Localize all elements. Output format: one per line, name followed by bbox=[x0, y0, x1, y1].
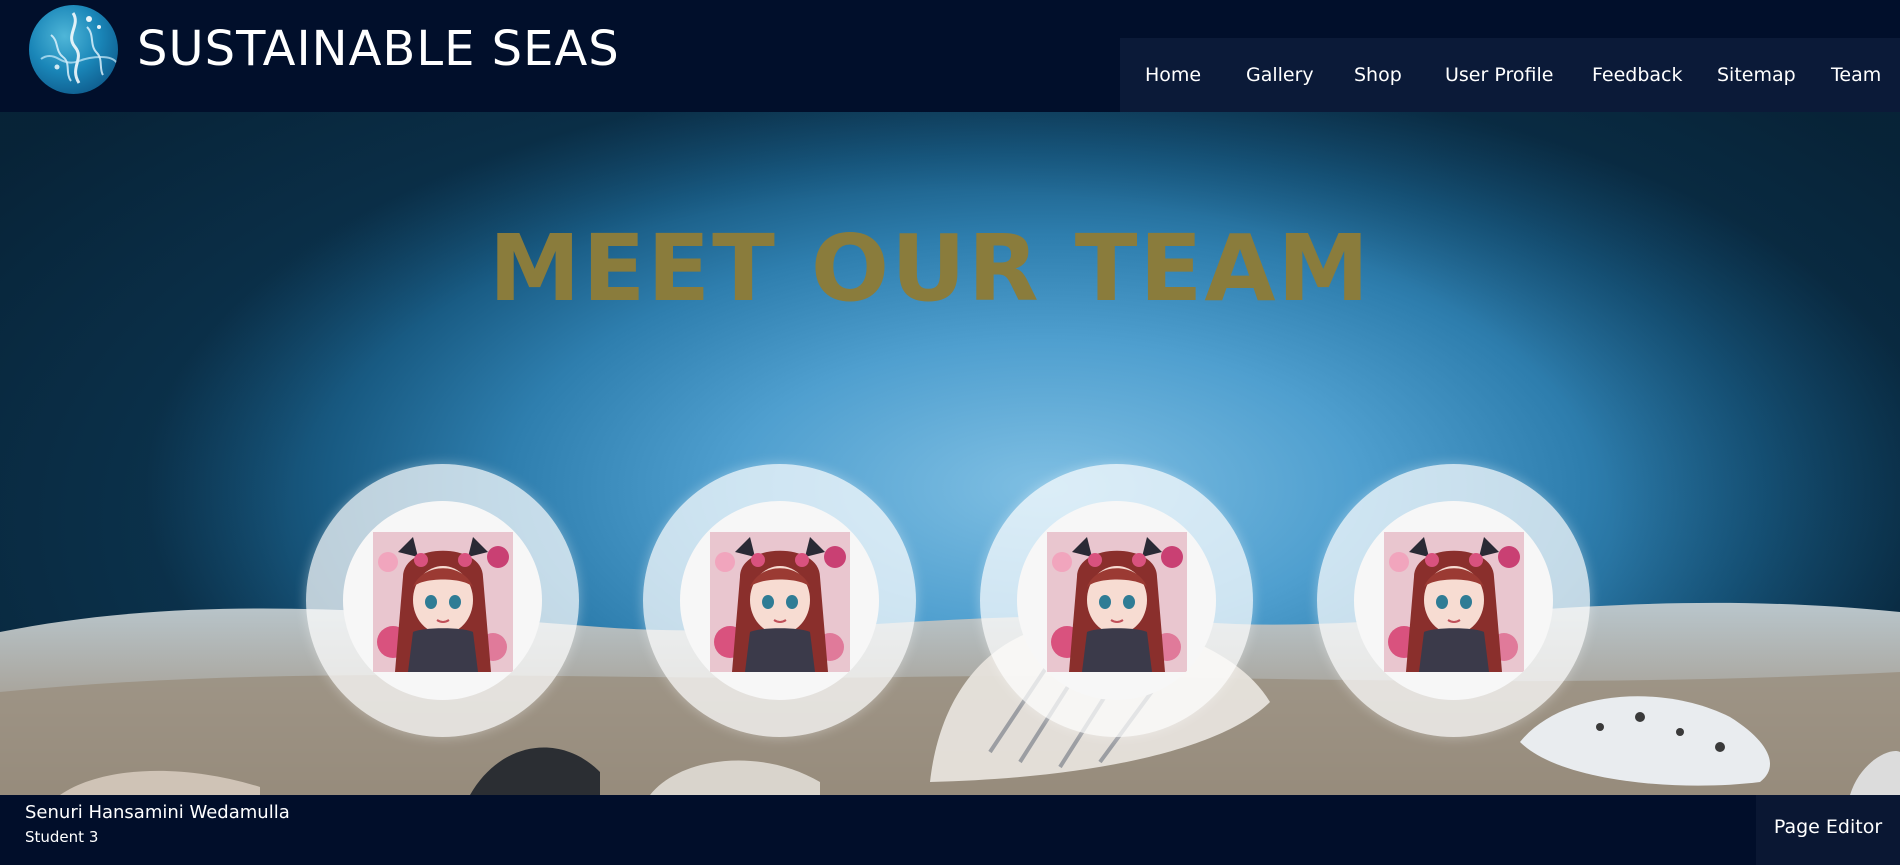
avatar-portrait-icon bbox=[1047, 532, 1187, 672]
member-photo-frame bbox=[1354, 501, 1553, 700]
seabed-background bbox=[0, 602, 1900, 795]
team-member-card-2[interactable] bbox=[643, 464, 916, 737]
author-role: Student 3 bbox=[25, 828, 99, 846]
member-photo-frame bbox=[680, 501, 879, 700]
avatar-portrait-icon bbox=[373, 532, 513, 672]
avatar-portrait-icon bbox=[710, 532, 850, 672]
team-member-card-4[interactable] bbox=[1317, 464, 1590, 737]
nav-shop[interactable]: Shop bbox=[1354, 38, 1402, 112]
member-photo-frame bbox=[343, 501, 542, 700]
brand-title: SUSTAINABLE SEAS bbox=[137, 21, 620, 77]
nav-sitemap[interactable]: Sitemap bbox=[1717, 38, 1796, 112]
team-member-card-3[interactable] bbox=[980, 464, 1253, 737]
nav-team[interactable]: Team bbox=[1831, 38, 1881, 112]
site-header: SUSTAINABLE SEAS Home Gallery Shop User … bbox=[0, 0, 1900, 112]
team-member-card-1[interactable] bbox=[306, 464, 579, 737]
member-photo-frame bbox=[1017, 501, 1216, 700]
nav-home[interactable]: Home bbox=[1145, 38, 1201, 112]
nav-gallery[interactable]: Gallery bbox=[1246, 38, 1314, 112]
main-nav: Home Gallery Shop User Profile Feedback … bbox=[1120, 38, 1900, 112]
site-footer: Senuri Hansamini Wedamulla Student 3 Pag… bbox=[0, 795, 1900, 865]
avatar-portrait-icon bbox=[1384, 532, 1524, 672]
page-title: MEET OUR TEAM bbox=[488, 215, 1372, 322]
nav-feedback[interactable]: Feedback bbox=[1592, 38, 1682, 112]
nav-user-profile[interactable]: User Profile bbox=[1445, 38, 1553, 112]
author-name: Senuri Hansamini Wedamulla bbox=[25, 802, 290, 823]
logo-icon[interactable] bbox=[29, 5, 118, 94]
hero-section: MEET OUR TEAM bbox=[0, 112, 1900, 795]
page-editor-button[interactable]: Page Editor bbox=[1756, 795, 1900, 865]
